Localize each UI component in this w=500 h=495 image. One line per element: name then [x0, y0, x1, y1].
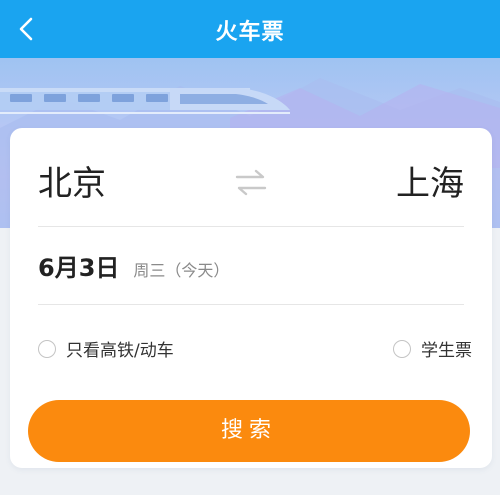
- highspeed-only-option[interactable]: 只看高铁/动车: [38, 336, 174, 361]
- app-header: 火车票: [0, 0, 500, 58]
- highspeed-radio[interactable]: [38, 339, 56, 358]
- arrival-station[interactable]: 上海: [396, 164, 464, 204]
- highspeed-label: 只看高铁/动车: [66, 341, 174, 361]
- page-title: 火车票: [215, 20, 285, 45]
- divider: [38, 226, 464, 227]
- swap-arrows-icon: [233, 169, 269, 205]
- ticket-search-card: 北京 上海 6月3日 周三（今天） 只看高铁/动车 学生票 搜索: [10, 128, 492, 468]
- departure-station[interactable]: 北京: [38, 164, 106, 204]
- swap-stations-button[interactable]: [233, 165, 269, 201]
- weekday-label: 周三（今天）: [133, 261, 230, 280]
- search-button[interactable]: 搜索: [28, 400, 470, 462]
- date-selector[interactable]: 6月3日 周三（今天）: [38, 248, 229, 284]
- student-label: 学生票: [421, 341, 472, 361]
- departure-date: 6月3日: [38, 254, 120, 282]
- student-radio[interactable]: [393, 339, 411, 358]
- student-ticket-option[interactable]: 学生票: [393, 336, 472, 361]
- divider: [38, 304, 464, 305]
